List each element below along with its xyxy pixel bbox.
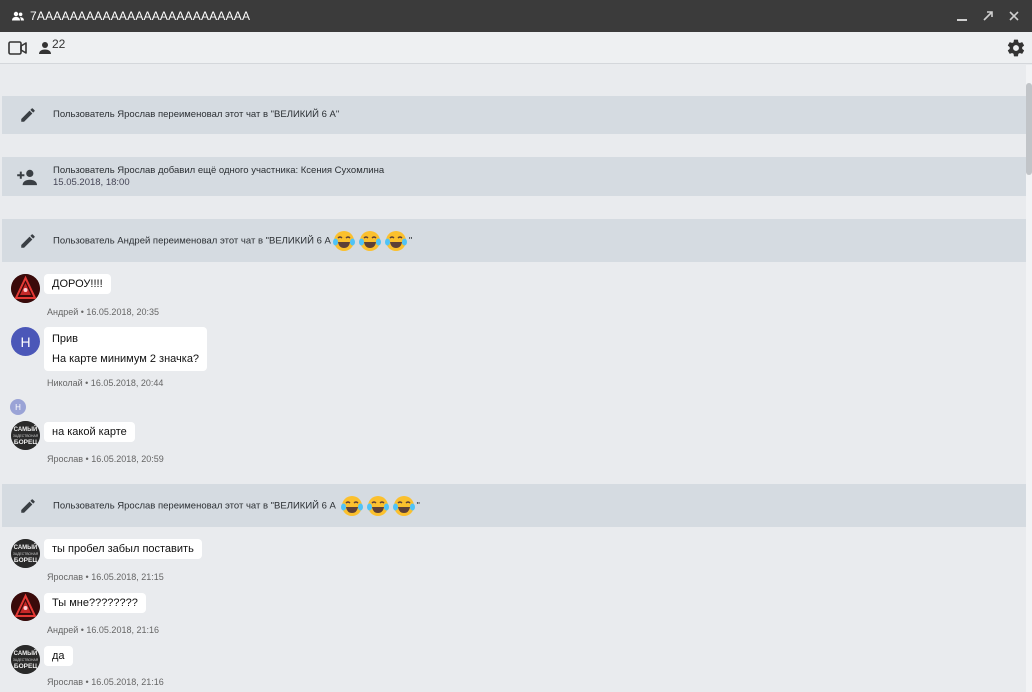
members-button[interactable]: 22 (38, 37, 65, 55)
message-text: да (52, 650, 65, 662)
avatar-yaroslav[interactable]: САМЫЙ ЗАДЕСТВОНАЯ БОРЕЦ (11, 645, 40, 674)
video-call-button[interactable] (8, 38, 28, 58)
tears-of-joy-emoji-icon (384, 230, 407, 251)
feed-scrollbar[interactable] (1026, 65, 1032, 692)
system-text: Пользователь Ярослав переименовал этот ч… (53, 495, 420, 517)
settings-button[interactable] (1006, 38, 1026, 58)
message-text: На карте минимум 2 значка? (52, 353, 200, 365)
gear-icon (1007, 39, 1025, 57)
avatar-yaroslav[interactable]: САМЫЙ ЗАДЕСТВОНАЯ БОРЕЦ (11, 421, 40, 450)
svg-text:САМЫЙ: САМЫЙ (14, 425, 38, 433)
tears-of-joy-emoji-icon (392, 495, 415, 516)
svg-text:БОРЕЦ: БОРЕЦ (14, 663, 37, 670)
tears-of-joy-emoji-icon (358, 230, 381, 251)
system-message: Пользователь Ярослав переименовал этот ч… (2, 484, 1026, 527)
members-count: 22 (52, 36, 66, 51)
message-text: ДОРОУ!!!! (52, 278, 103, 290)
system-message: Пользователь Ярослав добавил ещё одного … (2, 157, 1026, 196)
tears-of-joy-emoji-icon (340, 495, 363, 516)
avatar-yaroslav[interactable]: САМЫЙ ЗАДЕСТВОНАЯ БОРЕЦ (11, 539, 40, 568)
minimize-button[interactable] (954, 8, 970, 24)
pencil-icon (16, 229, 40, 253)
system-message: Пользователь Ярослав переименовал этот ч… (2, 96, 1026, 134)
title-bar: 7AAAAAAAAAAAAAAAAAAAAAAAAAA (0, 0, 1032, 32)
avatar-nikolay[interactable]: Н (11, 327, 40, 356)
message-meta: Николай • 16.05.2018, 20:44 (47, 378, 164, 388)
close-button[interactable] (1006, 8, 1022, 24)
pencil-icon (16, 103, 40, 127)
svg-text:ЗАДЕСТВОНАЯ: ЗАДЕСТВОНАЯ (13, 552, 39, 556)
read-marker-avatar: Н (10, 399, 26, 415)
svg-text:ЗАДЕСТВОНАЯ: ЗАДЕСТВОНАЯ (13, 658, 39, 662)
message-bubble: Ты мне???????? (44, 593, 146, 613)
tears-of-joy-emoji-icon (332, 230, 355, 251)
message-meta: Ярослав • 16.05.2018, 20:59 (47, 454, 164, 464)
svg-text:БОРЕЦ: БОРЕЦ (14, 557, 37, 564)
person-icon (39, 41, 51, 54)
message-bubble: на какой карте (44, 422, 135, 442)
message-feed[interactable]: Пользователь Ярослав переименовал этот ч… (0, 65, 1026, 692)
person-add-icon (16, 165, 40, 189)
pencil-icon (16, 494, 40, 518)
message-bubble: ДОРОУ!!!! (44, 274, 111, 294)
message-bubble: да (44, 646, 73, 666)
maximize-button[interactable] (980, 8, 996, 24)
window-title: 7AAAAAAAAAAAAAAAAAAAAAAAAAA (30, 9, 251, 23)
message-meta: Андрей • 16.05.2018, 21:16 (47, 625, 159, 635)
message-text: на какой карте (52, 426, 127, 438)
video-camera-icon (8, 40, 27, 55)
tears-of-joy-emoji-icon (366, 495, 389, 516)
message-text: Прив (52, 333, 79, 345)
message-text: ты пробел забыл поставить (52, 543, 194, 555)
system-message: Пользователь Андрей переименовал этот ча… (2, 219, 1026, 262)
avatar-andrey[interactable] (11, 274, 40, 303)
message-meta: Ярослав • 16.05.2018, 21:15 (47, 572, 164, 582)
system-text: Пользователь Ярослав добавил ещё одного … (53, 165, 385, 176)
system-text: Пользователь Андрей переименовал этот ча… (53, 230, 412, 252)
svg-text:БОРЕЦ: БОРЕЦ (14, 439, 37, 446)
group-chat-icon (12, 9, 26, 23)
system-text: Пользователь Ярослав переименовал этот ч… (53, 109, 340, 120)
message-meta: Ярослав • 16.05.2018, 21:16 (47, 677, 164, 687)
system-timestamp: 15.05.2018, 18:00 (53, 177, 130, 188)
avatar-andrey[interactable] (11, 592, 40, 621)
message-bubble: Прив На карте минимум 2 значка? (44, 327, 208, 371)
message-bubble: ты пробел забыл поставить (44, 539, 202, 559)
svg-text:САМЫЙ: САМЫЙ (14, 543, 38, 551)
message-meta: Андрей • 16.05.2018, 20:35 (47, 307, 159, 317)
message-text: Ты мне???????? (52, 597, 138, 609)
chat-toolbar: 22 (0, 32, 1032, 64)
scrollbar-thumb[interactable] (1026, 83, 1032, 175)
svg-text:ЗАДЕСТВОНАЯ: ЗАДЕСТВОНАЯ (13, 434, 39, 438)
svg-text:САМЫЙ: САМЫЙ (14, 649, 38, 657)
